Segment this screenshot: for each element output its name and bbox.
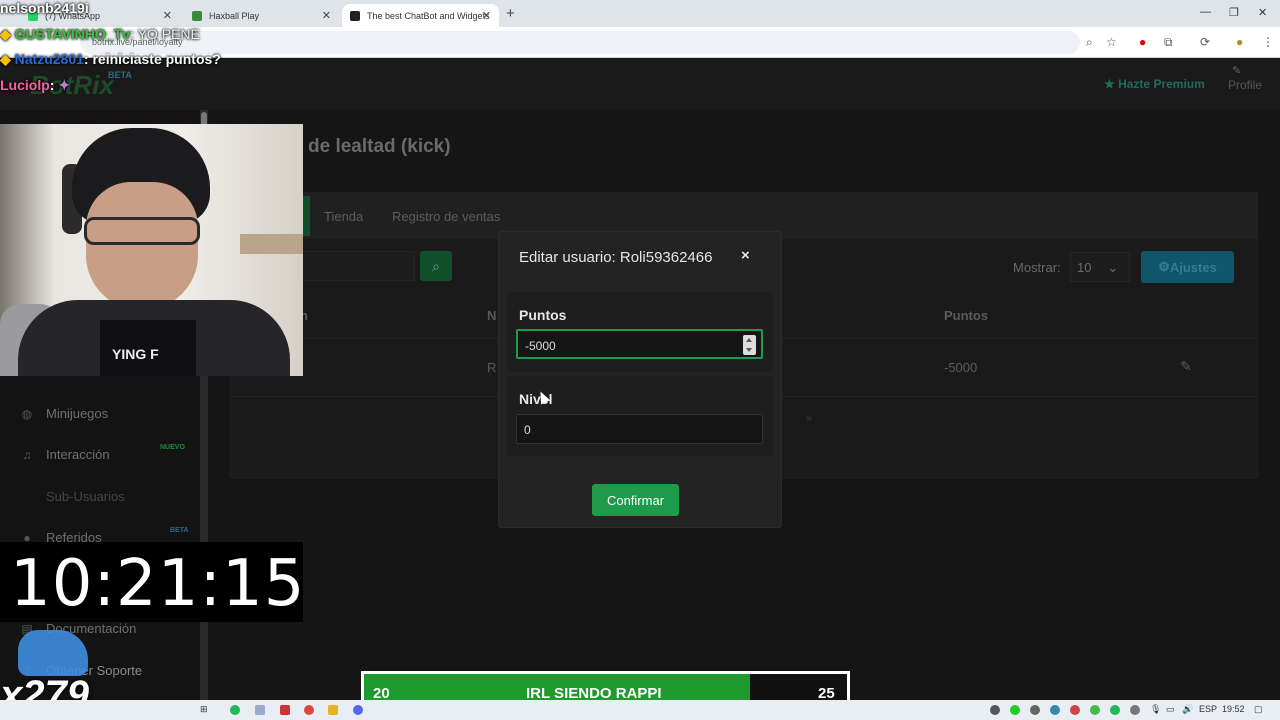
close-tab-icon[interactable]: ✕	[482, 9, 491, 22]
webcam-shelf	[240, 234, 303, 254]
modal-title: Editar usuario: Roli59362466	[519, 249, 713, 266]
taskbar-clock[interactable]: 19:52	[1222, 704, 1245, 714]
column-header-points: Puntos	[944, 308, 989, 323]
search-input[interactable]	[300, 251, 415, 281]
notepad-icon[interactable]	[255, 705, 265, 715]
profile-link[interactable]: Profile	[1228, 78, 1262, 92]
tray-icon[interactable]	[1070, 705, 1080, 715]
table-cell-name: R	[487, 360, 497, 375]
show-label: Mostrar:	[1013, 260, 1061, 275]
chat-line: ◆ GUSTAVINHO_Tv: YO PENE	[0, 26, 200, 42]
chrome-icon[interactable]	[304, 705, 314, 715]
mic-icon[interactable]: 🎙	[1150, 704, 1161, 715]
tray-icon[interactable]	[1030, 705, 1040, 715]
tray-icon[interactable]	[1090, 705, 1100, 715]
webcam-glasses	[84, 217, 200, 245]
confirm-button[interactable]: Confirmar	[592, 484, 679, 516]
chat-line: nelsonb2419i	[0, 0, 89, 16]
tab-tienda[interactable]: Tienda	[324, 209, 363, 224]
badge-icon: ◆	[0, 51, 15, 67]
close-tab-icon[interactable]: ✕	[322, 9, 331, 22]
webcam-face	[86, 182, 198, 310]
new-tab-button[interactable]: +	[506, 5, 515, 22]
webcam-shirt-text: YING F	[112, 346, 159, 362]
extensions-icon[interactable]: ⧉	[1164, 35, 1173, 50]
sidebar-item-minijuegos[interactable]: ◍ Minijuegos	[18, 406, 108, 421]
notification-icon[interactable]: ▢	[1254, 704, 1263, 715]
column-header-name: N	[487, 308, 497, 323]
gamepad-icon: ◍	[21, 406, 33, 421]
premium-link[interactable]: ★ Hazte Premium	[1104, 77, 1205, 91]
settings-button[interactable]: ⚙ Ajustes	[1141, 251, 1234, 283]
zoom-icon[interactable]: ⌕	[1086, 35, 1093, 50]
points-label: Puntos	[519, 307, 567, 323]
screen: (7) WhatsApp ✕ Haxball Play ✕ The best C…	[0, 0, 1280, 720]
chat-line: Luciolp: ✦	[0, 77, 71, 93]
emote-icon: ✦	[54, 77, 71, 93]
network-icon[interactable]: ▭	[1166, 704, 1175, 715]
close-tab-icon[interactable]: ✕	[163, 9, 172, 22]
haxball-icon	[192, 10, 202, 21]
maximize-button[interactable]: ❐	[1229, 6, 1239, 19]
taskbar	[0, 700, 1280, 720]
search-button[interactable]: ⌕	[420, 251, 452, 281]
wave-hand-icon	[18, 630, 88, 676]
browser-tab-haxball[interactable]: Haxball Play ✕	[184, 4, 339, 27]
points-input[interactable]: -5000	[516, 329, 763, 359]
tray-icon[interactable]	[1110, 705, 1120, 715]
browser-tab-botrix[interactable]: The best ChatBot and Widgets ✕	[342, 4, 499, 27]
points-stepper[interactable]	[743, 335, 756, 355]
chat-line: ◆ Natzu2801: reiniciaste puntos?	[0, 51, 221, 67]
search-icon: ⌕	[432, 257, 440, 274]
tab-registro-ventas[interactable]: Registro de ventas	[392, 209, 500, 224]
task-view-icon[interactable]: ⊞	[200, 704, 208, 715]
pencil-icon: ✎	[1232, 65, 1242, 77]
discord-icon[interactable]	[353, 705, 363, 715]
tray-icon[interactable]	[990, 705, 1000, 715]
chevron-down-icon: ⌄	[1107, 260, 1119, 275]
avatar[interactable]: ●	[1236, 35, 1243, 49]
app-icon[interactable]	[280, 705, 290, 715]
webcam-feed: YING F	[0, 124, 303, 376]
pager-next[interactable]: »	[806, 413, 812, 425]
volume-icon[interactable]: 🔊	[1182, 704, 1193, 715]
bookmark-star-icon[interactable]: ☆	[1106, 35, 1117, 49]
close-window-button[interactable]: ✕	[1258, 6, 1267, 19]
gear-icon: ⚙	[1158, 259, 1170, 274]
level-input[interactable]: 0	[516, 414, 763, 444]
language-indicator[interactable]: ESP	[1199, 704, 1217, 714]
tray-icon[interactable]	[1050, 705, 1060, 715]
folder-icon[interactable]	[328, 705, 338, 715]
show-select[interactable]: 10 ⌄	[1070, 252, 1130, 282]
spotify-icon[interactable]	[230, 705, 240, 715]
url-input[interactable]: botrix.live/panel/loyalty	[80, 31, 1080, 54]
logo-beta-badge: BETA	[108, 70, 132, 80]
sidebar-item-sub-usuarios[interactable]: Sub-Usuarios	[18, 489, 125, 504]
minimize-button[interactable]: —	[1200, 6, 1211, 18]
edit-pencil-icon[interactable]: ✎	[1180, 358, 1192, 375]
sidebar-item-interaccion[interactable]: ♫ Interacción	[18, 447, 110, 462]
star-icon: ★	[1104, 77, 1119, 91]
new-badge: NUEVO	[160, 444, 185, 451]
menu-icon[interactable]: ⋮	[1262, 35, 1274, 49]
stream-clock: 10:21:15	[10, 547, 306, 621]
table-cell-points: -5000	[944, 360, 978, 375]
botrix-favicon	[350, 10, 360, 21]
close-icon[interactable]: ×	[741, 247, 750, 264]
page-title: de lealtad (kick)	[308, 136, 451, 157]
badge-icon: ◆	[0, 26, 15, 42]
sync-icon[interactable]: ⟳	[1200, 35, 1210, 49]
beta-badge: BETA	[170, 527, 189, 534]
opera-icon[interactable]: ●	[1139, 35, 1146, 49]
tray-icon[interactable]	[1130, 705, 1140, 715]
music-note-icon: ♫	[22, 447, 32, 462]
tray-icon[interactable]	[1010, 705, 1020, 715]
